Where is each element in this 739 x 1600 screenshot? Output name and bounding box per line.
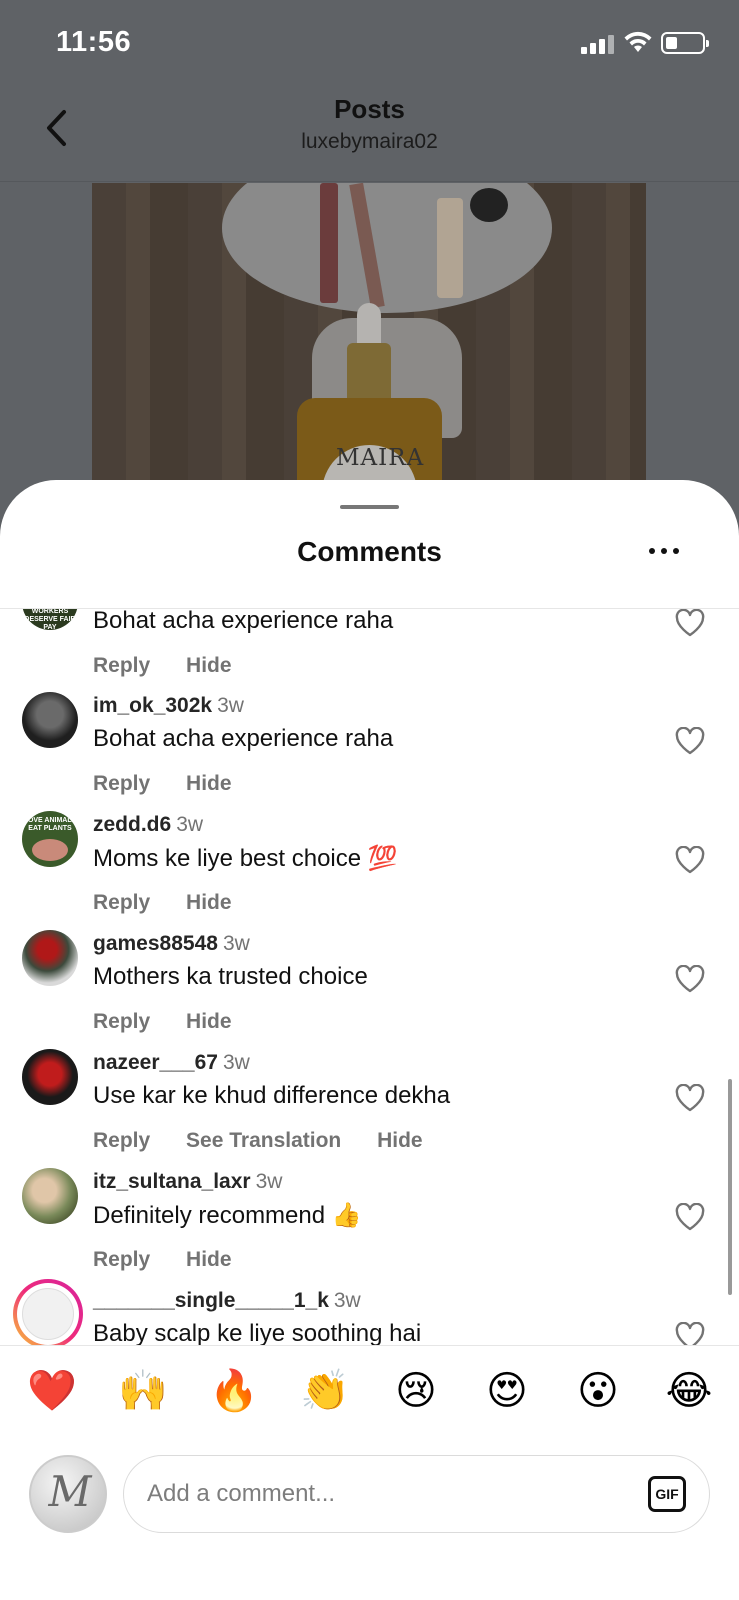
comment-username[interactable]: zedd.d6 3w <box>93 813 203 837</box>
comment-time: 3w <box>222 932 250 955</box>
see-translation-button[interactable]: See Translation <box>186 1129 341 1152</box>
comment-input[interactable]: Add a comment... GIF <box>123 1455 710 1533</box>
comment-text: Baby scalp ke liye soothing hai <box>93 1320 422 1345</box>
avatar[interactable] <box>22 930 78 986</box>
page-subtitle: luxebymaira02 <box>301 130 438 153</box>
cellular-signal-icon <box>581 34 615 54</box>
like-heart-icon[interactable] <box>675 846 705 874</box>
page-title: Posts <box>334 94 405 124</box>
comment-username[interactable]: _______single_____1_k 3w <box>93 1289 361 1313</box>
reply-button[interactable]: Reply <box>93 1248 150 1271</box>
fire-emoji-button[interactable]: 🔥 <box>207 1365 261 1417</box>
quick-emoji-bar: ❤️ 🙌 🔥 👏 😢 😍 😮 😂 <box>0 1365 739 1421</box>
heart-eyes-emoji-button[interactable]: 😍 <box>480 1365 534 1417</box>
hide-button[interactable]: Hide <box>186 1010 232 1033</box>
comment-item: nazeer___67 3w Use kar ke khud difference… <box>0 1049 739 1167</box>
hide-button[interactable]: Hide <box>186 891 232 914</box>
surprised-emoji-button[interactable]: 😮 <box>571 1365 625 1417</box>
status-bar: 11:56 <box>0 0 739 90</box>
reply-button[interactable]: Reply <box>93 772 150 795</box>
avatar[interactable] <box>22 1168 78 1224</box>
comment-text: Definitely recommend 👍 <box>93 1202 362 1229</box>
raised-hands-emoji-button[interactable]: 🙌 <box>116 1365 170 1417</box>
comment-actions: Reply Hide <box>93 772 262 796</box>
comment-username[interactable]: itz_sultana_laxr 3w <box>93 1170 282 1194</box>
drag-handle[interactable] <box>340 505 399 509</box>
comment-item: games88548 3w Mothers ka trusted choice R… <box>0 930 739 1048</box>
comment-time: 3w <box>333 1289 361 1312</box>
comment-text: Mothers ka trusted choice <box>93 963 368 990</box>
heart-emoji-button[interactable]: ❤️ <box>25 1365 79 1417</box>
hide-button[interactable]: Hide <box>377 1129 423 1152</box>
comment-actions: Reply Hide <box>93 891 262 915</box>
comment-actions: Reply See Translation Hide <box>93 1129 453 1153</box>
gif-button[interactable]: GIF <box>648 1476 686 1512</box>
avatar[interactable]: LOVE ANIMALS EAT PLANTS <box>22 811 78 867</box>
crying-emoji-button[interactable]: 😢 <box>389 1365 443 1417</box>
battery-icon <box>661 32 709 54</box>
comment-text: Moms ke liye best choice 💯 <box>93 845 398 872</box>
hide-button[interactable]: Hide <box>186 1248 232 1271</box>
comments-sheet: Comments WORKERS DESERVE FAIR PAY Bohat … <box>0 480 739 1600</box>
laughing-emoji-button[interactable]: 😂 <box>662 1365 716 1417</box>
comment-item: im_ok_302k 3w Bohat acha experience raha … <box>0 692 739 810</box>
comment-username[interactable]: games88548 3w <box>93 932 250 956</box>
clapping-emoji-button[interactable]: 👏 <box>298 1365 352 1417</box>
hide-button[interactable]: Hide <box>186 772 232 795</box>
reply-button[interactable]: Reply <box>93 1010 150 1033</box>
reply-button[interactable]: Reply <box>93 891 150 914</box>
comment-text: Bohat acha experience raha <box>93 725 394 752</box>
avatar-story-ring[interactable] <box>13 1279 83 1345</box>
avatar-monogram: M <box>48 1467 92 1516</box>
comment-text: Bohat acha experience raha <box>93 609 394 634</box>
comment-username[interactable]: nazeer___67 3w <box>93 1051 250 1075</box>
reply-button[interactable]: Reply <box>93 1129 150 1152</box>
comment-time: 3w <box>255 1170 283 1193</box>
comment-actions: Reply Hide <box>93 654 262 678</box>
comment-item: _______single_____1_k 3w Baby scalp ke li… <box>0 1279 739 1345</box>
comment-item: itz_sultana_laxr 3w Definitely recommend … <box>0 1168 739 1286</box>
comments-title: Comments <box>297 536 442 567</box>
wifi-icon <box>624 31 652 52</box>
like-heart-icon[interactable] <box>675 965 705 993</box>
comment-placeholder[interactable]: Add a comment... <box>147 1480 335 1508</box>
comment-username[interactable]: im_ok_302k 3w <box>93 694 244 718</box>
comment-item: WORKERS DESERVE FAIR PAY Bohat acha expe… <box>0 609 739 692</box>
status-time: 11:56 <box>56 26 132 58</box>
current-user-avatar: M <box>29 1455 107 1533</box>
comments-list[interactable]: WORKERS DESERVE FAIR PAY Bohat acha expe… <box>0 609 739 1345</box>
divider <box>0 1345 739 1346</box>
like-heart-icon[interactable] <box>675 1322 705 1345</box>
avatar[interactable] <box>22 1049 78 1105</box>
comment-time: 3w <box>222 1051 250 1074</box>
comment-time: 3w <box>217 694 244 717</box>
top-nav: Posts luxebymaira02 <box>0 90 739 182</box>
avatar[interactable]: WORKERS DESERVE FAIR PAY <box>22 609 78 630</box>
comment-time: 3w <box>176 813 204 836</box>
like-heart-icon[interactable] <box>675 609 705 637</box>
like-heart-icon[interactable] <box>675 1084 705 1112</box>
like-heart-icon[interactable] <box>675 1203 705 1231</box>
scrollbar[interactable] <box>728 1079 732 1295</box>
comment-text: Use kar ke khud difference dekha <box>93 1082 451 1109</box>
more-options-icon[interactable] <box>649 548 679 554</box>
comment-actions: Reply Hide <box>93 1010 262 1034</box>
post-image: MAIRA <box>92 183 646 520</box>
hide-button[interactable]: Hide <box>186 654 232 677</box>
product-label-text: MAIRA <box>336 445 425 471</box>
avatar[interactable] <box>22 692 78 748</box>
comment-actions: Reply Hide <box>93 1248 262 1272</box>
reply-button[interactable]: Reply <box>93 654 150 677</box>
background-screen: 11:56 Posts luxebymaira02 MAIRA <box>0 0 739 520</box>
comment-item: LOVE ANIMALS EAT PLANTS zedd.d6 3w Moms k… <box>0 811 739 929</box>
like-heart-icon[interactable] <box>675 727 705 755</box>
